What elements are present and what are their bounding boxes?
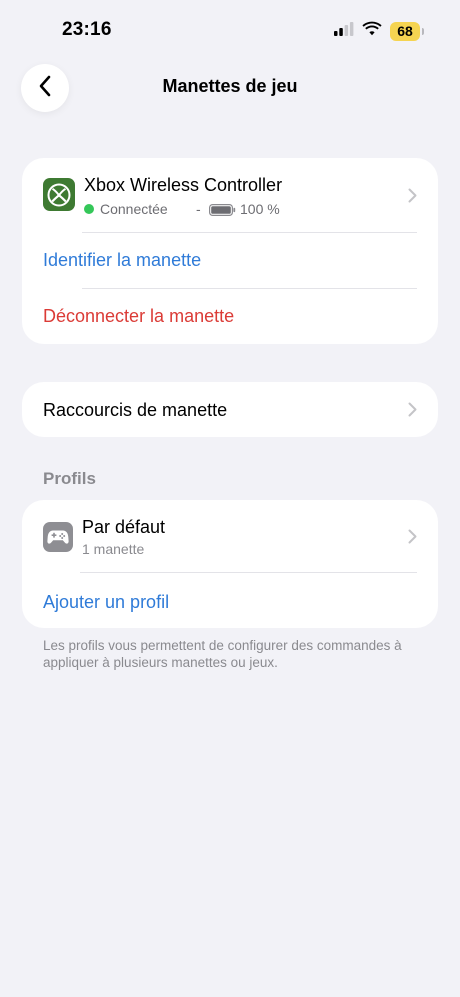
profile-name: Par défaut	[82, 517, 166, 537]
gamepad-icon	[43, 522, 73, 552]
controller-battery: 100 %	[240, 201, 280, 217]
page-title: Manettes de jeu	[162, 76, 298, 96]
shortcuts-card[interactable]: Raccourcis de manette	[22, 382, 438, 437]
status-separator: -	[196, 201, 201, 217]
chevron-right-icon	[408, 402, 417, 422]
status-time: 23:16	[62, 19, 112, 40]
battery-icon	[209, 203, 236, 221]
disconnect-controller-link: Déconnecter la manette	[43, 306, 235, 326]
controller-name: Xbox Wireless Controller	[84, 175, 283, 195]
add-profile-link: Ajouter un profil	[43, 592, 170, 612]
profile-subtitle: 1 manette	[82, 541, 145, 557]
profiles-header: Profils	[43, 469, 96, 488]
disconnect-controller-row[interactable]: Déconnecter la manette	[22, 289, 438, 344]
profile-row-default[interactable]: Par défaut 1 manette	[22, 500, 438, 572]
cellular-signal-icon	[334, 21, 354, 41]
add-profile-row[interactable]: Ajouter un profil	[22, 573, 438, 628]
chevron-right-icon	[408, 529, 417, 549]
profiles-footer: Les profils vous permettent de configure…	[43, 638, 402, 670]
controller-row[interactable]: Xbox Wireless Controller Connectée - 100…	[22, 158, 438, 232]
profiles-card: Par défaut 1 manette Ajouter un profil	[22, 500, 438, 628]
shortcuts-label: Raccourcis de manette	[43, 400, 228, 420]
identify-controller-row[interactable]: Identifier la manette	[22, 233, 438, 289]
xbox-logo-icon	[43, 178, 75, 211]
wifi-icon	[362, 21, 382, 41]
status-bar: 23:16 68	[0, 0, 460, 60]
connection-status: Connectée	[100, 201, 168, 217]
battery-indicator: 68	[390, 21, 424, 41]
status-icons: 68	[334, 21, 424, 41]
chevron-right-icon	[408, 188, 417, 208]
connection-status-dot	[84, 204, 94, 214]
controller-card: Xbox Wireless Controller Connectée - 100…	[22, 158, 438, 344]
identify-controller-link: Identifier la manette	[43, 250, 202, 270]
